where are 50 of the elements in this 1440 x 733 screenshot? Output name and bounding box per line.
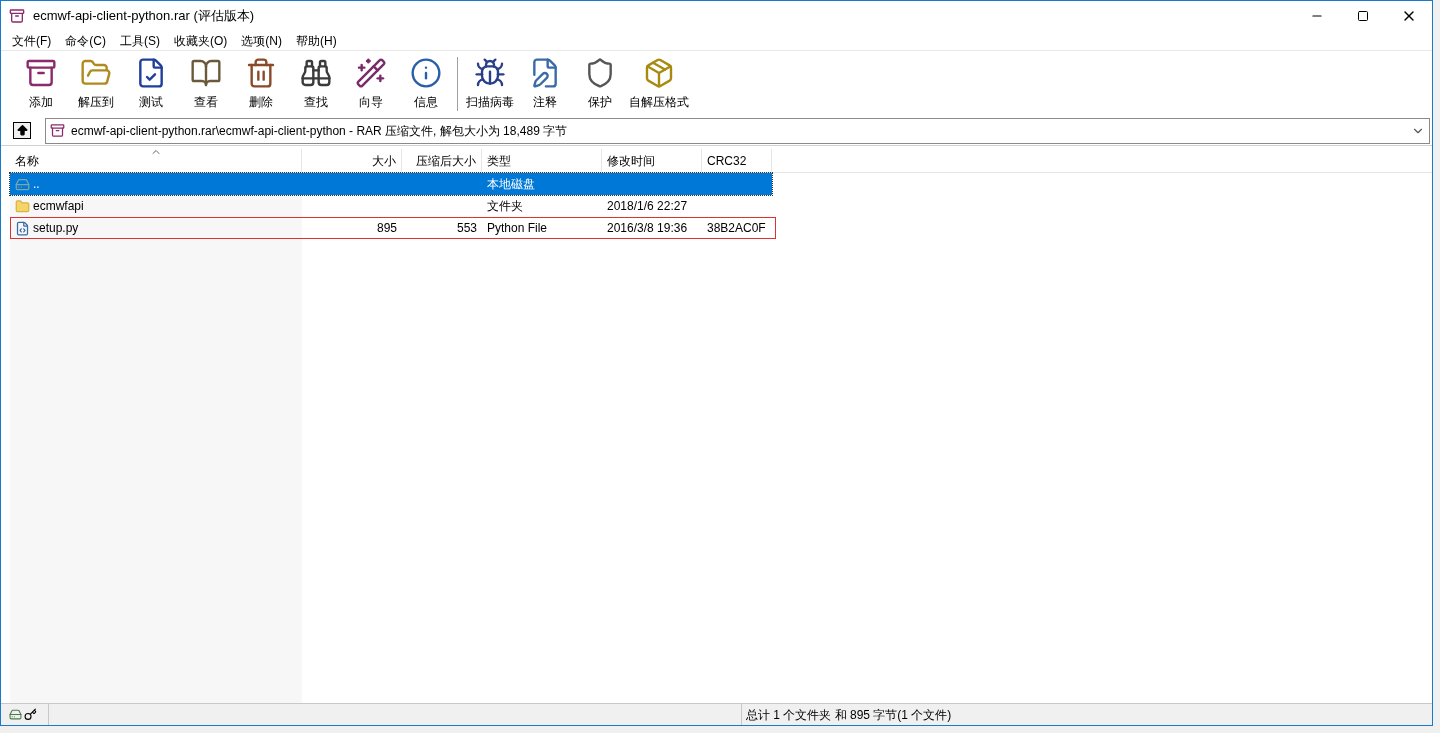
drive-icon bbox=[15, 176, 30, 192]
status-text: 总计 1 个文件夹 和 895 字节(1 个文件) bbox=[745, 706, 953, 724]
menu-item[interactable]: 文件(F) bbox=[5, 31, 59, 50]
table-cell-text: 895 bbox=[376, 220, 397, 237]
menu-item[interactable]: 选项(N) bbox=[234, 31, 289, 50]
toolbar-button[interactable]: 向导 bbox=[343, 53, 398, 114]
python-file-icon bbox=[15, 220, 30, 236]
table-cell-text: 553 bbox=[456, 220, 477, 237]
column-header[interactable]: 名称 bbox=[10, 149, 302, 172]
toolbar-button[interactable]: 保护 bbox=[572, 53, 627, 114]
app-icon bbox=[9, 8, 25, 24]
bug-icon bbox=[473, 56, 506, 89]
toolbar-button[interactable]: 添加 bbox=[13, 53, 68, 114]
file-row[interactable]: ecmwfapi 文件夹 2018/1/6 22:27 bbox=[10, 195, 772, 217]
table-cell-text: .. bbox=[33, 176, 40, 193]
toolbar-button[interactable]: 信息 bbox=[398, 53, 453, 114]
address-text: ecmwf-api-client-python.rar\ecmwf-api-client-python - RAR 压缩文件, 解包大小为 18,489 字节 bbox=[71, 122, 568, 140]
toolbar-button[interactable]: 查看 bbox=[178, 53, 233, 114]
key-icon bbox=[24, 708, 37, 721]
drive-icon bbox=[9, 708, 22, 721]
menu-item[interactable]: 收藏夹(O) bbox=[167, 31, 235, 50]
archive-icon bbox=[50, 123, 65, 138]
up-folder-button[interactable] bbox=[13, 122, 31, 139]
file-row[interactable]: .. 本地磁盘 bbox=[10, 173, 772, 195]
table-cell-text: setup.py bbox=[33, 220, 79, 237]
toolbar-button[interactable]: 扫描病毒 bbox=[462, 53, 517, 114]
toolbar-button[interactable]: 解压到 bbox=[68, 53, 123, 114]
toolbar-button[interactable]: 删除 bbox=[233, 53, 288, 114]
folder-icon bbox=[15, 198, 30, 214]
package-icon bbox=[643, 56, 675, 89]
info-icon bbox=[409, 56, 442, 89]
address-field[interactable]: ecmwf-api-client-python.rar\ecmwf-api-client-python - RAR 压缩文件, 解包大小为 18,489 字节 bbox=[45, 117, 1430, 144]
window-title: ecmwf-api-client-python.rar (评估版本) bbox=[33, 7, 255, 26]
file-row[interactable]: setup.py 895 553 Python File 2016/3/8 19:36 38B2AC0F bbox=[10, 217, 776, 239]
menu-item[interactable]: 帮助(H) bbox=[289, 31, 344, 50]
table-cell-text: 文件夹 bbox=[487, 198, 523, 215]
toolbar-button[interactable]: 测试 bbox=[123, 53, 178, 114]
table-cell-text: Python File bbox=[487, 220, 548, 237]
toolbar-button[interactable]: 自解压格式 bbox=[627, 53, 691, 114]
toolbar-button[interactable]: 查找 bbox=[288, 53, 343, 114]
toolbar-button[interactable]: 注释 bbox=[517, 53, 572, 114]
table-cell-text: 2016/3/8 19:36 bbox=[607, 220, 688, 237]
table-cell-text: 38B2AC0F bbox=[707, 220, 766, 237]
wand-icon bbox=[354, 56, 387, 89]
table-cell-text: ecmwfapi bbox=[33, 198, 84, 215]
table-cell-text: 2018/1/6 22:27 bbox=[607, 198, 688, 215]
menu-item[interactable]: 工具(S) bbox=[113, 31, 167, 50]
menu-item[interactable]: 命令(C) bbox=[58, 31, 113, 50]
table-cell-text: 本地磁盘 bbox=[487, 176, 535, 193]
maximize-icon bbox=[1357, 10, 1369, 22]
